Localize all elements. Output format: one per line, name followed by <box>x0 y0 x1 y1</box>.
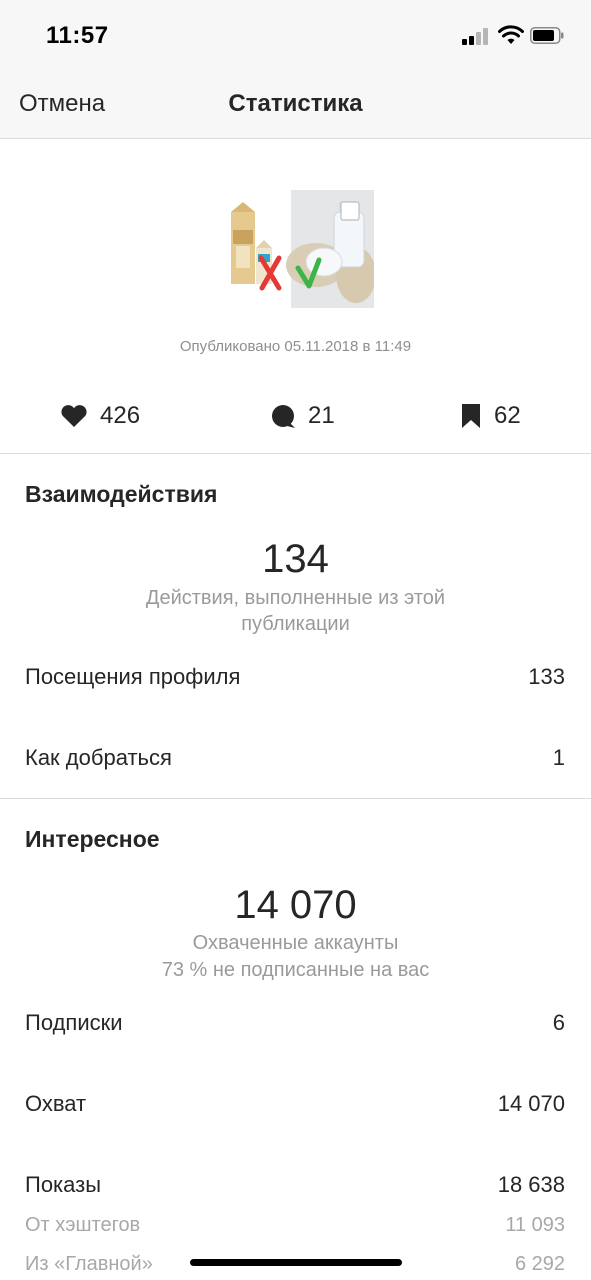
divider <box>0 453 591 454</box>
discovery-caption-line1: Охваченные аккаунты <box>192 932 399 954</box>
saves-count: 62 <box>494 402 521 429</box>
interactions-caption-line2: публикации <box>241 613 350 635</box>
wifi-icon <box>498 25 524 44</box>
cancel-button[interactable]: Отмена <box>19 90 105 118</box>
from-hashtags-value: 11 093 <box>505 1214 565 1236</box>
profile-visits-value: 133 <box>528 664 565 689</box>
post-image <box>216 190 374 308</box>
follows-label: Подписки <box>25 1010 123 1035</box>
follows-value: 6 <box>552 1010 565 1035</box>
comments-count: 21 <box>308 402 335 429</box>
status-time: 11:57 <box>46 22 109 49</box>
comments-stat: 21 <box>270 398 335 434</box>
directions-label: Как добраться <box>25 745 172 770</box>
from-hashtags-label: От хэштегов <box>25 1214 141 1236</box>
discovery-total: 14 070 <box>234 883 357 927</box>
comment-icon <box>272 405 295 428</box>
impressions-value: 18 638 <box>497 1172 565 1197</box>
heart-icon <box>61 405 87 427</box>
nav-bar: Статистика Отмена <box>0 70 591 139</box>
likes-stat: 426 <box>60 398 140 434</box>
reach-label: Охват <box>25 1091 87 1116</box>
profile-visits-label: Посещения профиля <box>25 664 241 689</box>
discovery-title: Интересное <box>25 826 160 852</box>
impressions-label: Показы <box>25 1172 102 1197</box>
saves-stat: 62 <box>460 398 521 434</box>
cellular-signal-icon <box>462 28 490 45</box>
discovery-caption-line2: 73 % не подписанные на вас <box>161 959 430 981</box>
battery-icon <box>530 27 564 44</box>
bookmark-icon <box>462 404 480 428</box>
interactions-title: Взаимодействия <box>25 481 218 507</box>
interactions-total: 134 <box>262 537 329 581</box>
divider <box>0 798 591 799</box>
reach-value: 14 070 <box>497 1091 565 1116</box>
directions-value: 1 <box>552 745 565 770</box>
home-indicator[interactable] <box>190 1259 402 1266</box>
status-bar: 11:57 <box>0 0 591 70</box>
published-date: Опубликовано 05.11.2018 в 11:49 <box>179 338 412 355</box>
from-home-label: Из «Главной» <box>25 1253 153 1275</box>
likes-count: 426 <box>100 402 141 429</box>
interactions-caption-line1: Действия, выполненные из этой <box>145 587 446 609</box>
from-home-value: 6 292 <box>514 1253 565 1275</box>
post-thumbnail[interactable] <box>216 190 374 308</box>
